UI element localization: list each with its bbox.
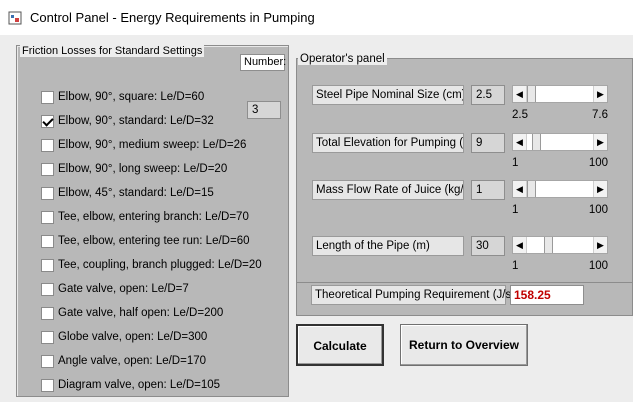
slider-thumb[interactable] [532, 134, 541, 150]
scroll-right-icon[interactable]: ▶ [593, 86, 607, 102]
friction-item-label: Gate valve, half open: Le/D=200 [58, 307, 224, 319]
friction-item-label: Elbow, 90°, standard: Le/D=32 [58, 115, 214, 127]
checkbox[interactable] [41, 282, 54, 296]
elevation-slider[interactable]: ◀ ▶ [512, 133, 608, 151]
friction-item-label: Elbow, 90°, medium sweep: Le/D=26 [58, 139, 247, 151]
scroll-right-icon[interactable]: ▶ [593, 181, 607, 197]
checkbox[interactable] [41, 354, 54, 368]
scroll-left-icon[interactable]: ◀ [513, 181, 527, 197]
elevation-value-field[interactable]: 9 [471, 133, 505, 153]
friction-item-label: Tee, elbow, entering branch: Le/D=70 [58, 211, 249, 223]
checkbox[interactable] [41, 210, 54, 224]
friction-item-label: Elbow, 90°, long sweep: Le/D=20 [58, 163, 228, 175]
scroll-left-icon[interactable]: ◀ [513, 86, 527, 102]
number-label: Number: [240, 54, 286, 71]
friction-item[interactable]: Gate valve, half open: Le/D=200 [41, 305, 223, 321]
elevation-min: 1 [512, 157, 519, 169]
friction-item[interactable]: Elbow, 90°, long sweep: Le/D=20 [41, 161, 227, 177]
mass-flow-slider[interactable]: ◀ ▶ [512, 180, 608, 198]
result-label: Theoretical Pumping Requirement (J/s) [311, 285, 515, 305]
friction-item[interactable]: Tee, coupling, branch plugged: Le/D=20 [41, 257, 262, 273]
checkbox[interactable] [41, 330, 54, 344]
pipe-size-slider[interactable]: ◀ ▶ [512, 85, 608, 103]
scroll-right-icon[interactable]: ▶ [593, 134, 607, 150]
pipe-size-max: 7.6 [592, 109, 608, 121]
friction-item[interactable]: Elbow, 90°, square: Le/D=60 [41, 89, 204, 105]
friction-item[interactable]: Elbow, 90°, standard: Le/D=32 [41, 113, 214, 129]
pipe-length-max: 100 [588, 260, 608, 272]
pipe-length-min: 1 [512, 260, 519, 272]
friction-list: Elbow, 90°, square: Le/D=60 Elbow, 90°, s… [17, 46, 288, 396]
friction-item[interactable]: Tee, elbow, entering tee run: Le/D=60 [41, 233, 249, 249]
mass-flow-min: 1 [512, 204, 519, 216]
mass-flow-label: Mass Flow Rate of Juice (kg/s) [312, 180, 464, 200]
checkbox[interactable] [41, 162, 54, 176]
mass-flow-value-field[interactable]: 1 [471, 180, 505, 200]
pipe-size-value-field[interactable]: 2.5 [471, 85, 505, 105]
checkbox[interactable] [41, 234, 54, 248]
slider-thumb[interactable] [544, 237, 553, 253]
checkbox[interactable] [41, 306, 54, 320]
elevation-label: Total Elevation for Pumping (m) [312, 133, 464, 153]
scroll-left-icon[interactable]: ◀ [513, 237, 527, 253]
pipe-length-value-field[interactable]: 30 [471, 236, 505, 256]
checkbox[interactable] [41, 258, 54, 272]
checkbox[interactable] [41, 114, 54, 128]
calculate-button[interactable]: Calculate [296, 324, 384, 366]
friction-frame-caption: Friction Losses for Standard Settings [20, 45, 205, 57]
pipe-length-slider[interactable]: ◀ ▶ [512, 236, 608, 254]
friction-item-label: Globe valve, open: Le/D=300 [58, 331, 208, 343]
friction-item-label: Gate valve, open: Le/D=7 [58, 283, 189, 295]
friction-item-label: Elbow, 45°, standard: Le/D=15 [58, 187, 214, 199]
elbow-standard-number-field[interactable]: 3 [247, 101, 281, 119]
friction-item[interactable]: Gate valve, open: Le/D=7 [41, 281, 189, 297]
title-bar: Control Panel - Energy Requirements in P… [0, 0, 633, 35]
friction-item-label: Tee, elbow, entering tee run: Le/D=60 [58, 235, 250, 247]
friction-item-label: Elbow, 90°, square: Le/D=60 [58, 91, 205, 103]
scroll-left-icon[interactable]: ◀ [513, 134, 527, 150]
checkbox[interactable] [41, 378, 54, 392]
scroll-right-icon[interactable]: ▶ [593, 237, 607, 253]
friction-item-label: Angle valve, open: Le/D=170 [58, 355, 207, 367]
checkbox[interactable] [41, 90, 54, 104]
pipe-size-min: 2.5 [512, 109, 528, 121]
return-to-overview-button[interactable]: Return to Overview [400, 324, 528, 366]
elevation-max: 100 [588, 157, 608, 169]
pipe-length-label: Length of the Pipe (m) [312, 236, 464, 256]
app-icon [8, 11, 22, 25]
friction-losses-frame: Elbow, 90°, square: Le/D=60 Elbow, 90°, s… [16, 45, 289, 397]
operator-panel-caption: Operator's panel [298, 53, 387, 65]
checkbox[interactable] [41, 186, 54, 200]
friction-item-label: Tee, coupling, branch plugged: Le/D=20 [58, 259, 262, 271]
mass-flow-max: 100 [588, 204, 608, 216]
slider-thumb[interactable] [527, 86, 536, 102]
friction-item[interactable]: Elbow, 90°, medium sweep: Le/D=26 [41, 137, 246, 153]
friction-item-label: Diagram valve, open: Le/D=105 [58, 379, 221, 391]
friction-item[interactable]: Tee, elbow, entering branch: Le/D=70 [41, 209, 249, 225]
slider-thumb[interactable] [527, 181, 536, 197]
result-value-field: 158.25 [510, 285, 584, 305]
friction-item[interactable]: Diagram valve, open: Le/D=105 [41, 377, 220, 393]
pipe-size-label: Steel Pipe Nominal Size (cm) [312, 85, 464, 105]
friction-item[interactable]: Elbow, 45°, standard: Le/D=15 [41, 185, 214, 201]
friction-item[interactable]: Globe valve, open: Le/D=300 [41, 329, 207, 345]
friction-item[interactable]: Angle valve, open: Le/D=170 [41, 353, 206, 369]
window-title: Control Panel - Energy Requirements in P… [30, 10, 315, 25]
checkbox[interactable] [41, 138, 54, 152]
